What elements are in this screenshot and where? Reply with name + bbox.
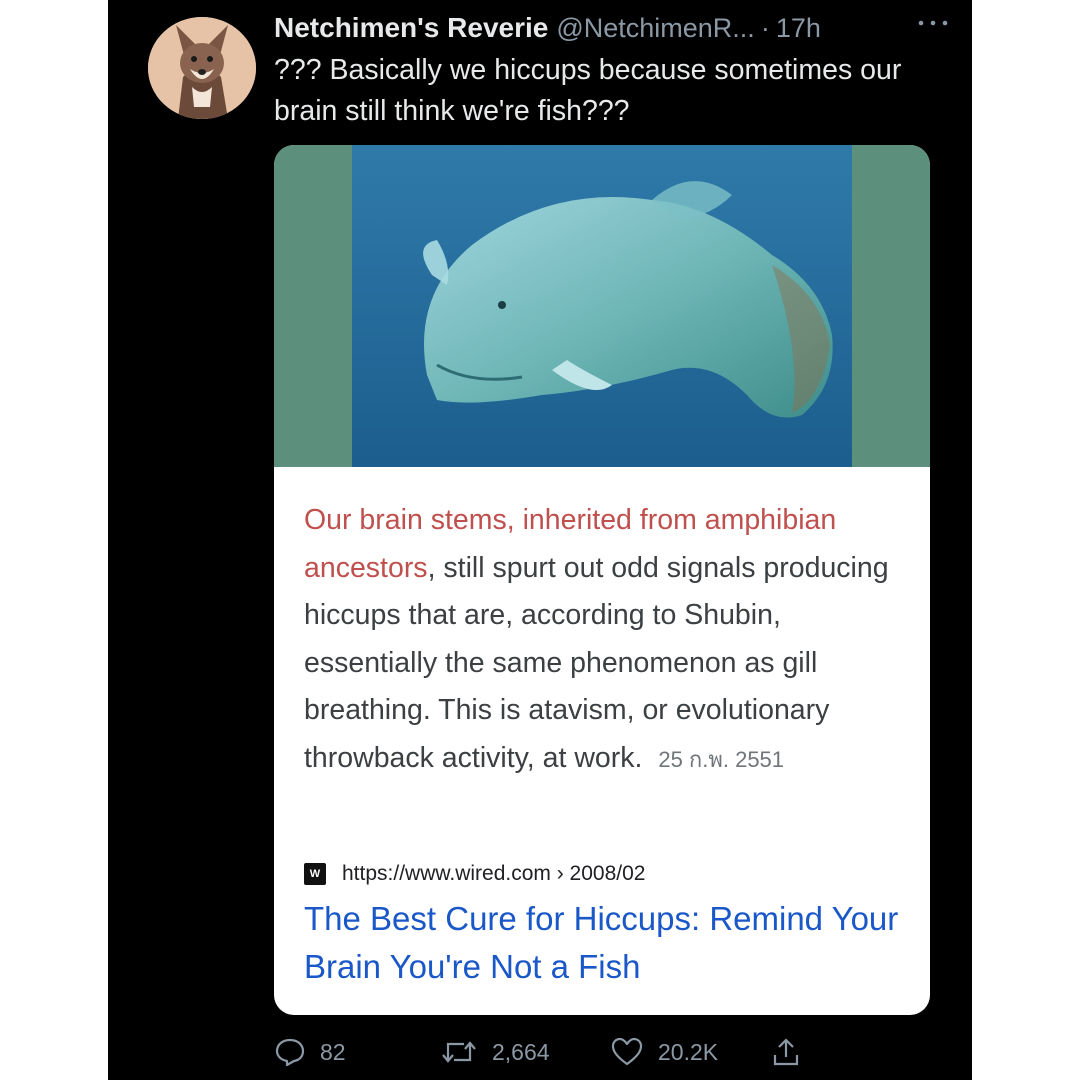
reply-icon (275, 1038, 305, 1067)
avatar[interactable] (148, 17, 256, 119)
tweet-actions: 82 2,664 20.2K (274, 1032, 834, 1072)
share-button[interactable] (770, 1032, 802, 1072)
timestamp[interactable]: 17h (776, 13, 821, 44)
result-title-link[interactable]: The Best Cure for Hiccups: Remind Your B… (304, 895, 914, 991)
separator-dot: · (760, 12, 770, 43)
fish-image (274, 145, 930, 467)
handle[interactable]: @NetchimenR... (556, 13, 754, 44)
snippet-date: 25 ก.พ. 2551 (658, 746, 785, 772)
retweet-icon (442, 1041, 476, 1063)
tweet-text: ??? Basically we hiccups because sometim… (274, 54, 902, 127)
retweet-button[interactable]: 2,664 (440, 1032, 550, 1072)
like-button[interactable]: 20.2K (610, 1032, 718, 1072)
reply-count: 82 (320, 1038, 346, 1065)
source-url[interactable]: https://www.wired.com › 2008/02 (342, 862, 645, 886)
reply-button[interactable]: 82 (274, 1032, 346, 1072)
retweet-count: 2,664 (492, 1038, 550, 1065)
wired-favicon-icon: W (304, 863, 326, 885)
display-name[interactable]: Netchimen's Reverie (274, 12, 548, 44)
snippet-text: , still spurt out odd signals producing … (304, 551, 889, 774)
source-row[interactable]: W https://www.wired.com › 2008/02 (304, 860, 645, 888)
link-card[interactable]: Our brain stems, inherited from amphibia… (274, 145, 930, 1015)
share-icon (773, 1038, 799, 1066)
tweet-header: Netchimen's Reverie @NetchimenR... · 17h (274, 10, 962, 46)
snippet: Our brain stems, inherited from amphibia… (304, 497, 914, 783)
like-icon (611, 1037, 643, 1066)
more-icon[interactable] (916, 16, 950, 30)
like-count: 20.2K (658, 1038, 719, 1065)
tweet[interactable]: Netchimen's Reverie @NetchimenR... · 17h… (108, 0, 972, 1080)
